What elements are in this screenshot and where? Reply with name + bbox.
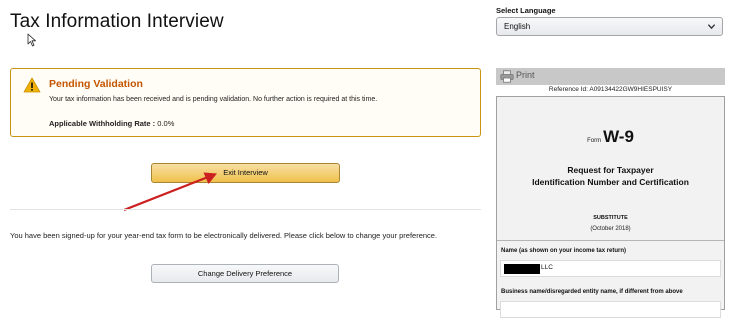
change-delivery-preference-button[interactable]: Change Delivery Preference — [151, 264, 339, 283]
name-field: LLC — [500, 260, 721, 277]
withholding-rate-label: Applicable Withholding Rate : — [49, 119, 156, 128]
print-label[interactable]: Print — [516, 70, 535, 80]
printer-icon[interactable] — [500, 70, 514, 83]
form-title-line2: Identification Number and Certification — [532, 177, 689, 187]
chevron-down-icon — [707, 24, 716, 30]
exit-interview-button[interactable]: Exit Interview — [151, 163, 340, 183]
mouse-cursor-icon — [27, 33, 36, 47]
form-revision: (October 2018) — [590, 226, 631, 232]
language-select[interactable]: English — [496, 17, 723, 36]
form-name: W-9 — [603, 127, 634, 146]
alert-message: Your tax information has been received a… — [49, 96, 378, 103]
print-bar[interactable]: Print — [496, 68, 725, 85]
w9-form-document: Form W-9 Request for Taxpayer Identificat… — [496, 96, 725, 318]
business-name-field — [500, 301, 721, 318]
name-field-value: LLC — [541, 264, 553, 271]
delivery-preference-text: You have been signed-up for your year-en… — [10, 231, 438, 240]
warning-icon — [23, 77, 41, 93]
form-preview-panel: Print Reference Id: A09134422GW9HIESPUIS… — [496, 68, 725, 330]
alert-title: Pending Validation — [49, 78, 143, 90]
language-label: Select Language — [496, 6, 556, 15]
section-divider — [10, 209, 481, 210]
form-substitute: SUBSTITUTE — [593, 215, 628, 221]
reference-id: Reference Id: A09134422GW9HIESPUISY — [548, 86, 673, 93]
language-selected-value: English — [504, 22, 531, 31]
form-divider — [497, 240, 724, 241]
withholding-rate-value: 0.0% — [157, 119, 175, 128]
name-field-label: Name (as shown on your income tax return… — [501, 248, 627, 254]
form-word: Form — [587, 138, 602, 144]
pending-validation-alert: Pending Validation Your tax information … — [10, 68, 481, 137]
page-title: Tax Information Interview — [10, 11, 224, 32]
redaction-block — [504, 264, 540, 274]
business-name-field-label: Business name/disregarded entity name, i… — [501, 289, 683, 295]
form-heading: Form W-9 — [497, 127, 724, 147]
form-title-line1: Request for Taxpayer — [567, 165, 654, 175]
withholding-rate: Applicable Withholding Rate : 0.0% — [49, 119, 174, 128]
